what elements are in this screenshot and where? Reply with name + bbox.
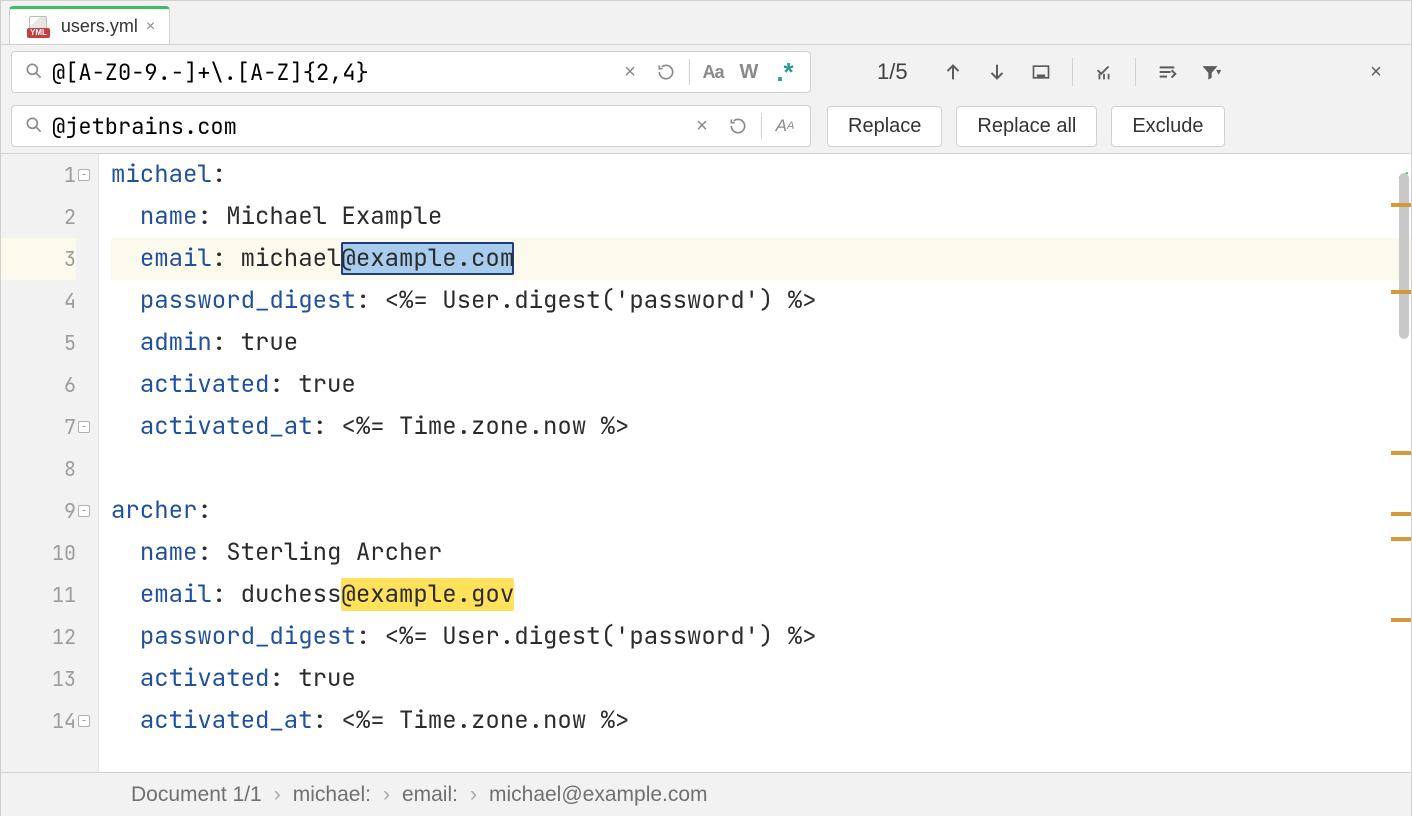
line-number: 2 xyxy=(1,196,76,238)
line-number: 1− xyxy=(1,154,76,196)
file-tab[interactable]: YML users.yml × xyxy=(9,6,170,44)
code-line[interactable]: password_digest: <%= User.digest('passwo… xyxy=(111,280,1411,322)
line-number: 12 xyxy=(1,616,76,658)
next-match-button[interactable] xyxy=(978,53,1016,91)
fold-end-icon[interactable]: − xyxy=(78,715,90,727)
add-selection-button[interactable] xyxy=(1085,53,1123,91)
breadcrumb-item[interactable]: michael: xyxy=(293,783,371,807)
replace-all-button[interactable]: Replace all xyxy=(956,106,1097,147)
prev-match-button[interactable] xyxy=(934,53,972,91)
exclude-button[interactable]: Exclude xyxy=(1111,106,1224,147)
match-count: 1/5 xyxy=(877,59,908,85)
line-number: 8 xyxy=(1,448,76,490)
chevron-right-icon: › xyxy=(383,783,390,807)
line-number: 9− xyxy=(1,490,76,532)
code-line[interactable] xyxy=(111,448,1411,490)
replace-history-icon[interactable] xyxy=(721,109,755,143)
code-line[interactable]: admin: true xyxy=(111,322,1411,364)
search-icon xyxy=(18,61,50,84)
clear-find-icon[interactable]: × xyxy=(613,55,647,89)
line-number: 3 xyxy=(1,238,76,280)
line-number: 4 xyxy=(1,280,76,322)
select-all-occurrences-button[interactable] xyxy=(1022,53,1060,91)
match-case-toggle[interactable]: Aa xyxy=(696,55,730,89)
whole-words-toggle[interactable]: W xyxy=(732,55,766,89)
current-match: @example.com xyxy=(341,242,514,275)
replace-button[interactable]: Replace xyxy=(827,106,942,147)
filter-button[interactable]: ▾ xyxy=(1192,53,1230,91)
code-line[interactable]: password_digest: <%= User.digest('passwo… xyxy=(111,616,1411,658)
close-tab-icon[interactable]: × xyxy=(146,18,155,36)
code-line[interactable]: activated: true xyxy=(111,658,1411,700)
line-number: 10 xyxy=(1,532,76,574)
code-line[interactable]: email: michael@example.com xyxy=(111,238,1411,280)
replace-row: × AA Replace Replace all Exclude xyxy=(1,99,1411,153)
breadcrumb-item[interactable]: email: xyxy=(402,783,458,807)
stripe-mark[interactable] xyxy=(1391,537,1411,541)
clear-replace-icon[interactable]: × xyxy=(685,109,719,143)
replace-input[interactable] xyxy=(50,111,685,142)
gutter: 1−234567−89−1011121314− xyxy=(1,154,99,772)
close-search-panel-icon[interactable]: × xyxy=(1357,53,1395,91)
find-controls: 1/5 ▾ × xyxy=(817,51,1401,93)
stripe-mark[interactable] xyxy=(1391,290,1411,294)
line-number: 14− xyxy=(1,700,76,742)
find-tools: × Aa W .* xyxy=(613,55,802,89)
find-row: × Aa W .* 1/5 xyxy=(1,45,1411,99)
code-area[interactable]: michael: name: Michael Example email: mi… xyxy=(99,154,1411,772)
code-line[interactable]: archer: xyxy=(111,490,1411,532)
yml-file-icon: YML xyxy=(24,14,53,40)
stripe-mark[interactable] xyxy=(1391,203,1411,207)
replace-controls: Replace Replace all Exclude xyxy=(817,105,1401,147)
code-line[interactable]: activated_at: <%= Time.zone.now %> xyxy=(111,700,1411,742)
stripe-mark[interactable] xyxy=(1391,618,1411,622)
error-stripe[interactable]: ✔ xyxy=(1391,154,1411,772)
code-line[interactable]: name: Sterling Archer xyxy=(111,532,1411,574)
replace-input-wrap: × AA xyxy=(11,105,811,147)
chevron-right-icon: › xyxy=(470,783,477,807)
stripe-mark[interactable] xyxy=(1391,512,1411,516)
chevron-right-icon: › xyxy=(274,783,281,807)
code-line[interactable]: activated_at: <%= Time.zone.now %> xyxy=(111,406,1411,448)
search-options-button[interactable] xyxy=(1148,53,1186,91)
replace-icon xyxy=(18,115,50,138)
line-number: 13 xyxy=(1,658,76,700)
line-number: 5 xyxy=(1,322,76,364)
breadcrumb-item[interactable]: michael@example.com xyxy=(489,783,708,807)
tab-bar: YML users.yml × xyxy=(1,1,1411,45)
regex-toggle[interactable]: .* xyxy=(768,55,802,89)
fold-start-icon[interactable]: − xyxy=(78,505,90,517)
replace-tools: × AA xyxy=(685,109,802,143)
find-input[interactable] xyxy=(50,57,613,88)
code-line[interactable]: name: Michael Example xyxy=(111,196,1411,238)
stripe-mark[interactable] xyxy=(1391,451,1411,455)
fold-start-icon[interactable]: − xyxy=(78,169,90,181)
find-replace-panel: × Aa W .* 1/5 xyxy=(1,45,1411,154)
other-match: @example.gov xyxy=(341,578,514,611)
code-line[interactable]: email: duchess@example.gov xyxy=(111,574,1411,616)
scrollbar-thumb[interactable] xyxy=(1399,173,1409,340)
code-editor[interactable]: 1−234567−89−1011121314− michael: name: M… xyxy=(1,154,1411,772)
line-number: 11 xyxy=(1,574,76,616)
preserve-case-toggle[interactable]: AA xyxy=(768,109,802,143)
tab-filename: users.yml xyxy=(61,16,138,37)
code-line[interactable]: activated: true xyxy=(111,364,1411,406)
code-line[interactable]: michael: xyxy=(111,154,1411,196)
line-number: 6 xyxy=(1,364,76,406)
line-number: 7− xyxy=(1,406,76,448)
breadcrumb-bar: Document 1/1 › michael: › email: › micha… xyxy=(1,772,1411,816)
find-input-wrap: × Aa W .* xyxy=(11,51,811,93)
find-history-icon[interactable] xyxy=(649,55,683,89)
fold-end-icon[interactable]: − xyxy=(78,421,90,433)
breadcrumb-document[interactable]: Document 1/1 xyxy=(131,783,262,807)
